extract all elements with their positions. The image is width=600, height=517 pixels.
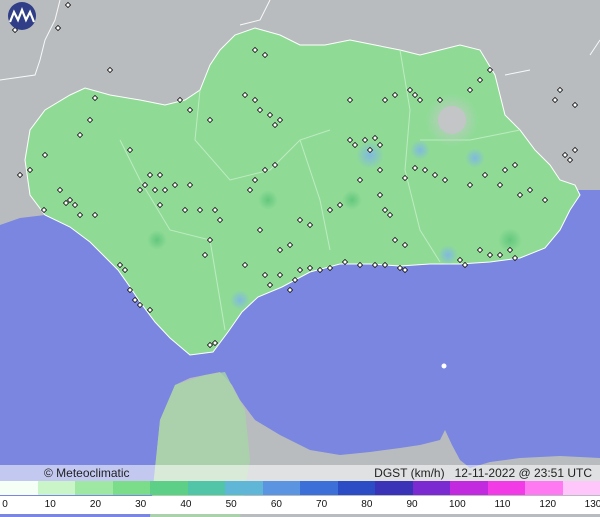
scale-label: 70 — [316, 499, 328, 510]
scale-swatch — [375, 481, 413, 495]
scale-swatch — [337, 481, 376, 495]
scale-label: 10 — [44, 499, 56, 510]
gust-spot — [258, 190, 278, 210]
brand-label: © Meteoclimatic — [44, 466, 130, 480]
grey-core — [438, 106, 466, 134]
scale-label: 90 — [406, 499, 418, 510]
wind-gust-map: © Meteoclimatic DGST (km/h) 12-11-2022 @… — [0, 0, 600, 517]
scale-swatch — [37, 481, 76, 495]
scale-label: 100 — [448, 499, 466, 510]
scale-label: 130 — [584, 499, 600, 510]
scale-swatch — [300, 481, 338, 495]
scale-label: 50 — [225, 499, 237, 510]
scale-swatch — [562, 481, 600, 495]
gust-spot — [230, 290, 250, 310]
color-scale-bar — [0, 481, 600, 495]
gust-spot — [342, 190, 362, 210]
scale-swatch — [0, 481, 38, 495]
variable-label: DGST (km/h) — [374, 466, 445, 480]
scale-swatch — [412, 481, 451, 495]
scale-swatch — [187, 481, 226, 495]
gust-spot — [410, 140, 430, 160]
scale-swatch — [150, 481, 188, 495]
scale-label: 40 — [180, 499, 192, 510]
scale-swatch — [525, 481, 563, 495]
scale-label: 80 — [361, 499, 373, 510]
scale-swatch — [225, 481, 263, 495]
gust-spot — [438, 245, 458, 265]
scale-label: 0 — [2, 499, 8, 510]
color-scale-labels: 0 10 20 30 40 50 60 70 80 90 100 110 120 130 — [0, 496, 600, 514]
scale-swatch — [450, 481, 488, 495]
timestamp: 12-11-2022 @ 23:51 UTC — [454, 466, 592, 480]
sea-station-icon — [441, 363, 447, 369]
scale-label: 60 — [270, 499, 282, 510]
map-canvas — [0, 0, 600, 517]
gust-spot — [147, 230, 167, 250]
scale-swatch — [262, 481, 301, 495]
scale-swatch — [487, 481, 526, 495]
gust-spot — [465, 148, 485, 168]
scale-label: 20 — [89, 499, 102, 510]
scale-label: 120 — [539, 499, 557, 510]
meteoclimatic-logo-icon — [8, 2, 36, 30]
timestamp-label: DGST (km/h) 12-11-2022 @ 23:51 UTC — [374, 465, 592, 481]
scale-label: 30 — [135, 499, 147, 510]
scale-swatch — [112, 481, 151, 495]
scale-label: 110 — [494, 499, 511, 510]
footer-bar: © Meteoclimatic DGST (km/h) 12-11-2022 @… — [0, 465, 600, 481]
scale-swatch — [75, 481, 113, 495]
